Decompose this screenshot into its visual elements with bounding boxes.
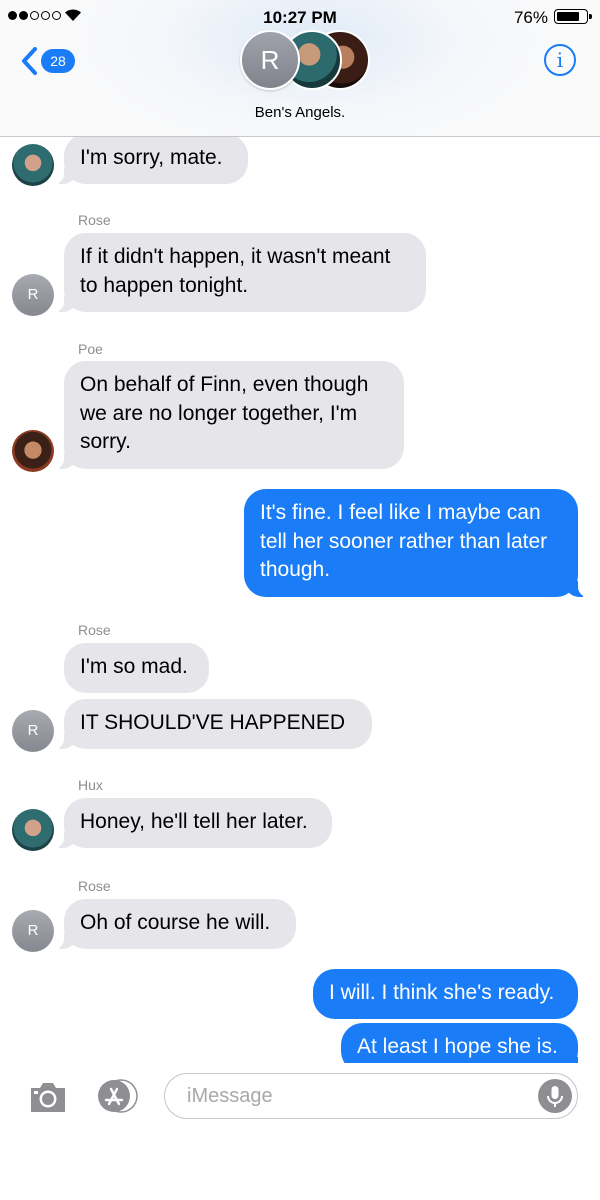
app-store-icon [98, 1079, 138, 1113]
conversation-header: 10:27 PM 76% 28 R Ben's Angels. i [0, 0, 600, 137]
incoming-message[interactable]: I'm sorry, mate. [54, 137, 248, 184]
back-button[interactable]: 28 [20, 46, 75, 76]
group-avatar-stack[interactable]: R [240, 30, 370, 94]
status-time: 10:27 PM [263, 8, 337, 27]
chevron-left-icon [22, 47, 37, 75]
sender-name: Rose [78, 878, 111, 894]
sender-avatar-hux [12, 144, 54, 186]
group-name[interactable]: Ben's Angels. [0, 104, 600, 121]
outgoing-message[interactable]: At least I hope she is. [341, 1023, 588, 1063]
sender-avatar-hux [12, 809, 54, 851]
incoming-message[interactable]: On behalf of Finn, even though we are no… [54, 361, 404, 469]
sender-name: Hux [78, 777, 103, 793]
battery-percentage: 76% [513, 8, 548, 27]
incoming-message[interactable]: IT SHOULD'VE HAPPENED [54, 699, 372, 749]
info-button[interactable]: i [544, 44, 576, 76]
microphone-icon [547, 1086, 563, 1107]
sender-avatar-rose: R [12, 710, 54, 752]
incoming-message[interactable]: I'm so mad. [64, 643, 209, 693]
sender-avatar-rose: R [12, 910, 54, 952]
status-bar: 10:27 PM 76% [0, 0, 600, 34]
battery-icon [554, 9, 592, 24]
sender-name: Poe [78, 341, 103, 357]
sender-avatar-poe [12, 430, 54, 472]
message-list[interactable]: I'm sorry, mate. Rose If it didn't happe… [0, 137, 600, 1063]
incoming-message[interactable]: Oh of course he will. [54, 899, 296, 949]
camera-icon[interactable] [28, 1080, 68, 1114]
outgoing-message[interactable]: I will. I think she's ready. [313, 969, 578, 1019]
avatar-rose: R [240, 30, 300, 90]
compose-bar: iMessage [0, 1063, 600, 1133]
outgoing-message[interactable]: It's fine. I feel like I maybe can tell … [244, 489, 588, 597]
incoming-message[interactable]: Honey, he'll tell her later. [54, 798, 332, 848]
message-input[interactable]: iMessage [164, 1073, 578, 1119]
microphone-button[interactable] [538, 1079, 572, 1113]
sender-name: Rose [78, 622, 111, 638]
message-input-placeholder: iMessage [187, 1085, 273, 1107]
sender-name: Rose [78, 212, 111, 228]
incoming-message[interactable]: If it didn't happen, it wasn't meant to … [54, 233, 426, 312]
sender-avatar-rose: R [12, 274, 54, 316]
app-store-button[interactable] [95, 1078, 139, 1114]
unread-count-badge: 28 [41, 49, 75, 73]
